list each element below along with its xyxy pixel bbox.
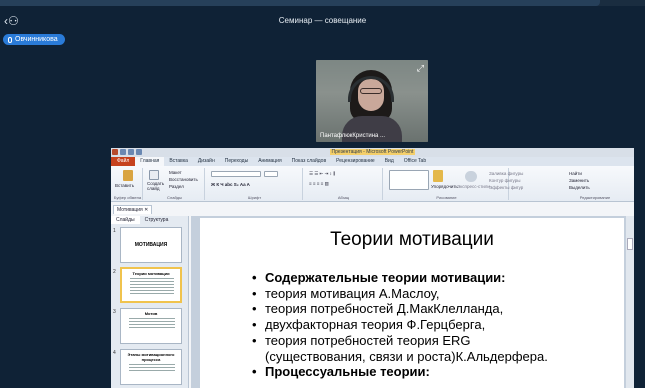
participant-name: ПантафлюкКристина ... bbox=[320, 133, 386, 139]
drawing-group: Упорядочить Экспресс-стили Заливка фигур… bbox=[385, 168, 523, 200]
slide-thumbnail[interactable]: Мотив bbox=[120, 308, 182, 344]
thumbnail-number: 4 bbox=[113, 350, 116, 356]
participant-video[interactable]: ⤢ ПантафлюкКристина ... bbox=[316, 60, 428, 142]
top-strip-fill bbox=[0, 0, 600, 6]
slide-thumbnail-selected[interactable]: Теории мотивации bbox=[120, 267, 182, 303]
slide-bullet: Процессуальные теории: bbox=[252, 364, 548, 380]
reset-button[interactable]: Восстановить bbox=[169, 177, 198, 182]
shape-outline-button[interactable]: Контур фигуры bbox=[489, 178, 520, 183]
arrange-button[interactable]: Упорядочить bbox=[431, 184, 458, 189]
slide-bullet: теория потребностей Д.МакКлелланда, bbox=[252, 301, 548, 317]
shapes-gallery[interactable] bbox=[389, 170, 429, 190]
slide-thumbnail[interactable]: МОТИВАЦИЯ bbox=[120, 227, 182, 263]
top-strip bbox=[0, 0, 645, 6]
paragraph-group-label: Абзац bbox=[337, 195, 350, 200]
ribbon-tabs: Файл Главная Вставка Дизайн Переходы Ани… bbox=[111, 157, 634, 166]
quick-styles-icon[interactable] bbox=[465, 171, 477, 182]
tab-slideshow[interactable]: Показ слайдов bbox=[287, 157, 331, 166]
tab-home[interactable]: Главная bbox=[135, 157, 165, 166]
layout-button[interactable]: Макет bbox=[169, 170, 182, 175]
shape-fill-button[interactable]: Заливка фигуры bbox=[489, 171, 523, 176]
thumbnail-title: Мотив bbox=[144, 311, 158, 316]
slide-bullet: Содержательные теории мотивации: bbox=[252, 270, 548, 286]
document-tab[interactable]: Мотивация ✕ bbox=[113, 205, 153, 214]
thumbnail-number: 2 bbox=[113, 269, 116, 275]
slide-title: Теории мотивации bbox=[330, 229, 494, 250]
slide-bullet-continuation: (существования, связи и роста)К.Альдерфе… bbox=[265, 348, 548, 364]
replace-button[interactable]: Заменить bbox=[569, 178, 589, 183]
thumbnail-title: Этапы мотивационного процесса bbox=[127, 352, 175, 362]
slide-bullet: двухфакторная теория Ф.Герцберга, bbox=[252, 317, 548, 333]
slide-editor[interactable]: Теории мотивации Содержательные теории м… bbox=[191, 216, 634, 388]
slide-bullet: теория мотивация А.Маслоу, bbox=[252, 286, 548, 302]
new-slide-button[interactable]: Создать слайд bbox=[147, 181, 165, 191]
pane-tab-outline[interactable]: Структура bbox=[140, 216, 174, 224]
paste-button[interactable]: Вставить bbox=[115, 183, 134, 188]
tab-animations[interactable]: Анимация bbox=[253, 157, 286, 166]
font-family-select[interactable] bbox=[211, 171, 261, 177]
new-slide-icon[interactable] bbox=[149, 170, 159, 180]
tab-view[interactable]: Вид bbox=[380, 157, 399, 166]
slides-pane: Слайды Структура 1 МОТИВАЦИЯ 2 Теории мо… bbox=[111, 216, 189, 388]
font-group-label: Шрифт bbox=[247, 195, 262, 200]
clipboard-group: Вставить Буфер обмена bbox=[113, 168, 143, 200]
slide-scrollbar[interactable] bbox=[626, 216, 634, 388]
quick-styles-button[interactable]: Экспресс-стили bbox=[457, 184, 490, 189]
thumbnail-number: 3 bbox=[113, 309, 116, 315]
tab-file[interactable]: Файл bbox=[111, 157, 136, 166]
slides-group: Создать слайд Макет Восстановить Раздел … bbox=[145, 168, 205, 200]
meeting-title: Семинар — совещание bbox=[278, 16, 367, 25]
tab-office-tab[interactable]: Office Tab bbox=[399, 157, 431, 166]
ppt-window-title: Презентация - Microsoft PowerPoint bbox=[329, 149, 416, 155]
scroll-thumb[interactable] bbox=[627, 238, 633, 250]
paragraph-group: ☰ ☰ ⇤ ⇥ ↕ ⫼ ≡ ≡ ≡ ≡ ▥ Абзац bbox=[305, 168, 383, 200]
tab-review[interactable]: Рецензирование bbox=[331, 157, 380, 166]
arrange-icon[interactable] bbox=[433, 170, 443, 182]
slide-bullet: теория потребностей теория ERG bbox=[252, 333, 548, 349]
speaker-badge: Овчинникова bbox=[3, 34, 65, 45]
tab-design[interactable]: Дизайн bbox=[193, 157, 220, 166]
select-button[interactable]: Выделить bbox=[569, 185, 590, 190]
drawing-group-label: Рисование bbox=[436, 195, 457, 200]
slide-bullets: Содержательные теории мотивации: теория … bbox=[252, 270, 548, 380]
shared-screen-powerpoint[interactable]: Презентация - Microsoft PowerPoint Файл … bbox=[111, 148, 634, 388]
font-group: Ж К Ч abc S₂ Aa A Шрифт bbox=[207, 168, 303, 200]
tab-insert[interactable]: Вставка bbox=[164, 157, 193, 166]
ppt-titlebar: Презентация - Microsoft PowerPoint bbox=[111, 148, 634, 157]
section-button[interactable]: Раздел bbox=[169, 184, 184, 189]
editing-group-label: Редактирование bbox=[579, 195, 611, 200]
thumbnail-number: 1 bbox=[113, 228, 116, 234]
expand-icon[interactable]: ⤢ bbox=[417, 63, 424, 74]
clipboard-group-label: Буфер обмена bbox=[113, 195, 142, 200]
font-format-buttons[interactable]: Ж К Ч abc S₂ Aa A bbox=[211, 182, 250, 187]
thumbnail-title: МОТИВАЦИЯ bbox=[134, 242, 168, 248]
slides-group-label: Слайды bbox=[167, 195, 182, 200]
editing-group: Найти Заменить Выделить Редактирование bbox=[565, 168, 625, 200]
align-buttons[interactable]: ≡ ≡ ≡ ≡ ▥ bbox=[309, 181, 329, 187]
font-size-select[interactable] bbox=[264, 171, 278, 177]
slide-thumbnail[interactable]: Этапы мотивационного процесса bbox=[120, 349, 182, 385]
ribbon: Вставить Буфер обмена Создать слайд Маке… bbox=[111, 166, 634, 202]
speaker-name: Овчинникова bbox=[15, 36, 58, 43]
list-buttons[interactable]: ☰ ☰ ⇤ ⇥ ↕ ⫼ bbox=[309, 171, 335, 177]
tab-transitions[interactable]: Переходы bbox=[220, 157, 253, 166]
shape-effects-button[interactable]: Эффекты фигур bbox=[489, 185, 523, 190]
find-button[interactable]: Найти bbox=[569, 171, 582, 176]
thumbnail-title: Теории мотивации bbox=[132, 271, 170, 276]
paste-icon[interactable] bbox=[123, 170, 133, 181]
current-slide[interactable]: Теории мотивации Содержательные теории м… bbox=[200, 218, 624, 388]
pane-tab-slides[interactable]: Слайды bbox=[111, 216, 140, 224]
microphone-icon bbox=[8, 36, 12, 43]
